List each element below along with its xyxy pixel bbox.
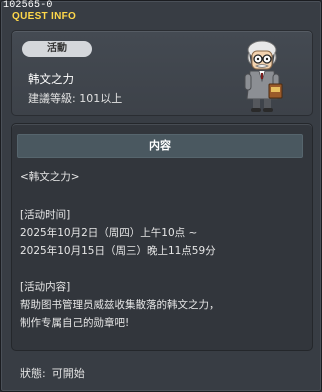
quest-name: 韩文之力 [28,72,74,86]
content-line: 2025年10月15日（周三）晚上11点59分 [20,245,216,257]
status-value: 可開始 [51,367,85,380]
quest-info-window: 102565-0 QUEST INFO 活動 韩文之力 建議等級: 101以上 [0,0,322,392]
content-line: 帮助图书管理员威兹收集散落的韩文之力， [20,299,220,311]
event-badge: 活動 [22,41,92,57]
content-section-title: 内容 [17,134,303,158]
window-title: QUEST INFO [12,11,77,22]
content-line: 制作专属自己的勋章吧! [20,317,130,329]
content-line: [活动时间] [20,209,71,221]
content-line: [活动内容] [20,281,71,293]
librarian-npc-icon [244,40,283,112]
quest-header-card: 活動 韩文之力 建議等級: 101以上 [11,30,313,116]
quest-id: 102565-0 [3,0,53,11]
status-label: 狀態: [20,367,46,380]
content-line: 2025年10月2日（周四）上午10点 ~ [20,227,198,239]
recommended-level: 建議等級: 101以上 [28,92,123,105]
quest-status: 狀態: 可開始 [20,365,85,381]
content-line: <韩文之力> [20,171,80,183]
